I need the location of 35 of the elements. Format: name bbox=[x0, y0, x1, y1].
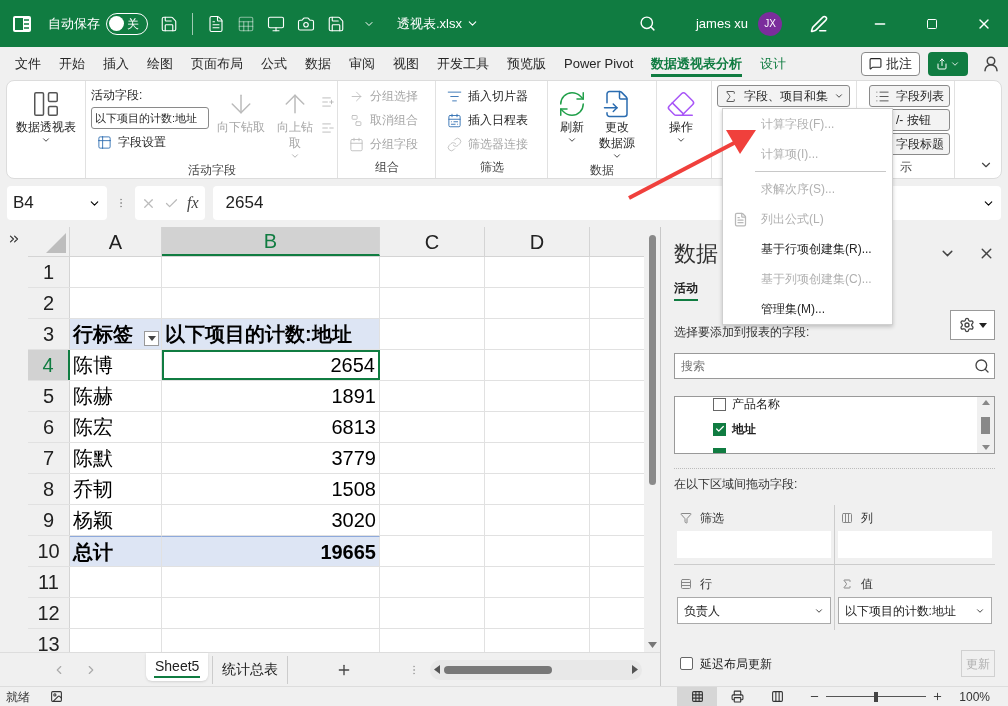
pane-title: 数据 bbox=[674, 239, 718, 268]
table-cell: 2654 bbox=[162, 350, 380, 380]
table-cell: 3020 bbox=[162, 505, 380, 535]
table-cell: 杨颖 bbox=[70, 505, 162, 535]
table-cell: 3779 bbox=[162, 443, 380, 473]
group-label: 数据 bbox=[590, 162, 614, 179]
table-cell: 陈宏 bbox=[70, 412, 162, 442]
table-cell: 乔韧 bbox=[70, 474, 162, 504]
area-label: 筛选 bbox=[700, 510, 724, 527]
table-cell: 陈博 bbox=[70, 350, 162, 380]
area-label: 列 bbox=[860, 510, 873, 527]
group-label: 活动字段 bbox=[187, 162, 236, 179]
table-cell: 陈默 bbox=[70, 443, 162, 473]
field-prompt: 选择要添加到报表的字段: bbox=[674, 325, 810, 339]
table-cell: 以下项目的计数:地址 bbox=[162, 319, 380, 349]
field-caption: 活动字段: bbox=[91, 87, 144, 104]
user-name: james xu bbox=[695, 14, 748, 33]
status-text: 就绪 bbox=[6, 688, 30, 706]
table-cell: 1891 bbox=[162, 381, 380, 411]
group-label: 筛选 bbox=[479, 159, 504, 176]
table-cell: 19665 bbox=[162, 536, 380, 566]
field-label: 地址 bbox=[732, 421, 756, 438]
field-label: 产品名称 bbox=[732, 397, 780, 413]
table-cell: 行标签 bbox=[70, 319, 162, 349]
area-label: 行 bbox=[700, 576, 712, 593]
drag-prompt: 在以下区域间拖动字段: bbox=[674, 476, 799, 493]
defer-label: 延迟布局更新 bbox=[700, 655, 772, 673]
group-label: 示 bbox=[899, 159, 912, 176]
table-cell: 总计 bbox=[70, 536, 162, 566]
table-cell: 6813 bbox=[162, 412, 380, 442]
area-label: 值 bbox=[860, 576, 873, 593]
table-cell: 1508 bbox=[162, 474, 380, 504]
autosave-label: 自动保存 bbox=[48, 14, 100, 33]
group-label: 组合 bbox=[374, 159, 399, 176]
table-cell: 陈赫 bbox=[70, 381, 162, 411]
